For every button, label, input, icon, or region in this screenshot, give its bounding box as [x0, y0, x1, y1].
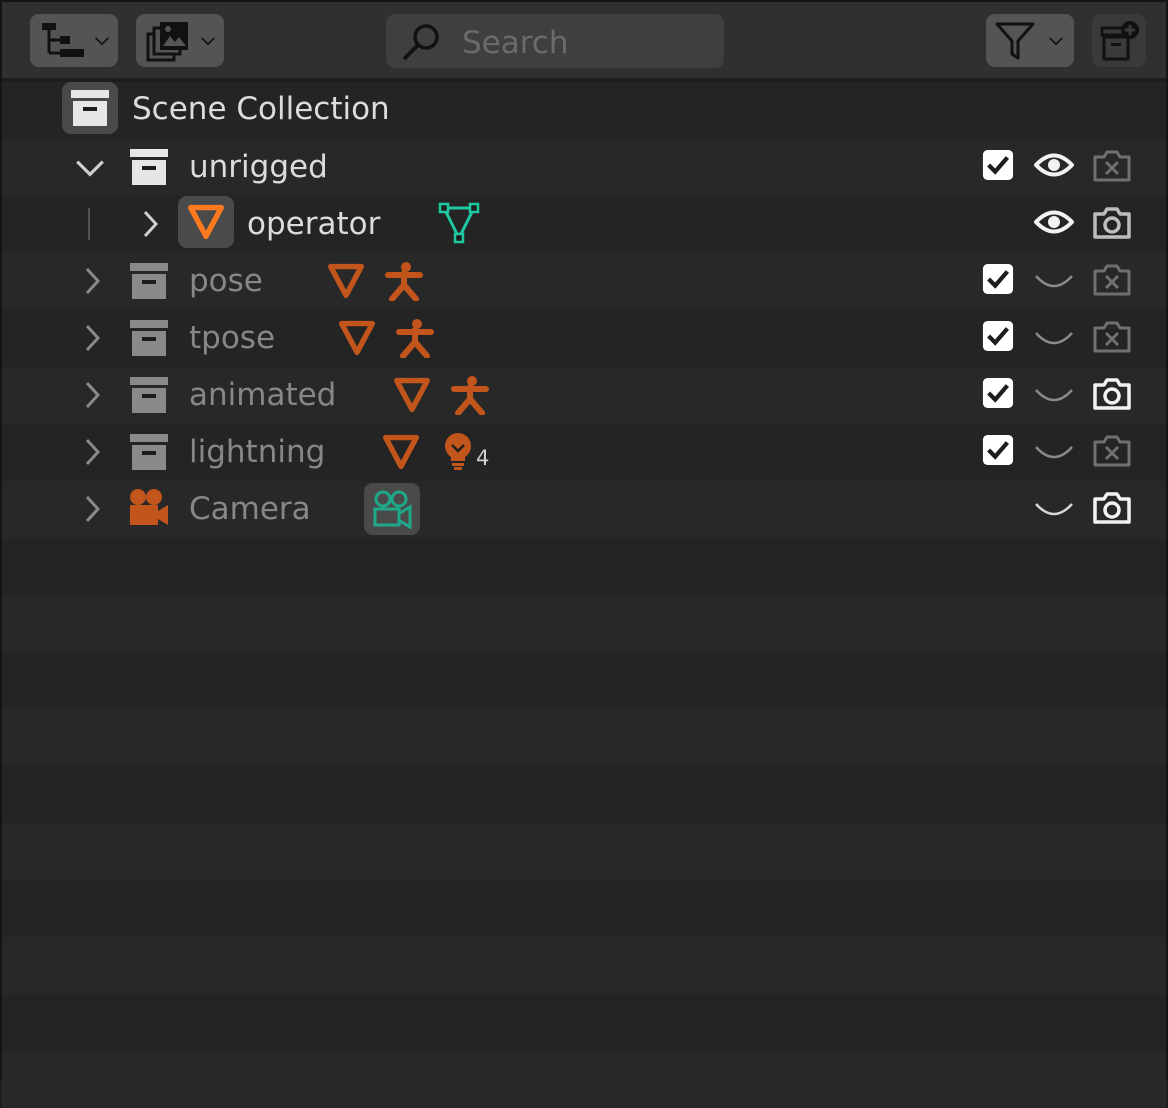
tree-row-unrigged[interactable]: unrigged	[2, 139, 1166, 196]
exclude-checkbox[interactable]	[982, 320, 1014, 352]
render-disabled-icon[interactable]	[1092, 149, 1132, 183]
eye-closed-icon[interactable]	[1034, 380, 1074, 410]
render-disabled-icon[interactable]	[1092, 434, 1132, 468]
tree-row-lightning[interactable]: lightning 4	[2, 424, 1166, 481]
armature-icon[interactable]	[395, 318, 435, 358]
scene-collection-row[interactable]: Scene Collection	[2, 82, 1166, 139]
camera-render-icon[interactable]	[1092, 491, 1132, 525]
chevron-right-icon[interactable]	[82, 494, 102, 524]
display-mode-dropdown[interactable]	[30, 14, 118, 67]
funnel-icon	[995, 22, 1035, 60]
chevron-right-icon[interactable]	[140, 209, 160, 239]
render-disabled-icon[interactable]	[1092, 263, 1132, 297]
empty-row	[2, 937, 1166, 994]
search-placeholder: Search	[462, 25, 569, 61]
camera-data-button[interactable]	[364, 483, 420, 535]
search-icon	[402, 24, 439, 61]
mesh-object-icon[interactable]	[339, 320, 375, 356]
empty-row	[2, 766, 1166, 823]
tree-row-label: animated	[189, 377, 337, 413]
exclude-checkbox[interactable]	[982, 377, 1014, 409]
tree-row-pose[interactable]: pose	[2, 253, 1166, 310]
filter-dropdown[interactable]	[986, 14, 1074, 67]
exclude-checkbox[interactable]	[982, 434, 1014, 466]
outliner-header: Search	[2, 2, 1166, 78]
image-stack-icon	[146, 22, 188, 62]
chevron-down-icon	[200, 34, 216, 48]
exclude-checkbox[interactable]	[982, 149, 1014, 181]
empty-row	[2, 823, 1166, 880]
tree-row-label: operator	[247, 206, 381, 242]
light-count-badge: 4	[476, 446, 490, 470]
empty-row	[2, 538, 1166, 595]
chevron-right-icon[interactable]	[82, 380, 102, 410]
collection-box-icon	[129, 147, 169, 187]
camera-render-icon[interactable]	[1092, 206, 1132, 240]
collection-box-icon	[70, 88, 110, 128]
eye-closed-icon[interactable]	[1034, 494, 1074, 524]
tree-row-label: tpose	[189, 320, 276, 356]
eye-closed-icon[interactable]	[1034, 323, 1074, 353]
light-bulb-icon[interactable]	[440, 431, 476, 471]
collection-box-icon	[129, 375, 169, 415]
scene-collection-icon-bg	[62, 82, 118, 134]
collection-box-icon	[129, 318, 169, 358]
new-collection-icon	[1100, 21, 1139, 61]
chevron-down-icon	[1048, 34, 1064, 48]
scene-collection-label: Scene Collection	[132, 91, 390, 127]
tree-indent-line	[88, 208, 90, 240]
collection-box-icon	[129, 432, 169, 472]
empty-row	[2, 595, 1166, 652]
tree-row-label: pose	[189, 263, 263, 299]
chevron-right-icon[interactable]	[82, 323, 102, 353]
outliner-panel: Search Scene Collection unrigged operato…	[0, 0, 1168, 1108]
eye-closed-icon[interactable]	[1034, 266, 1074, 296]
empty-row	[2, 652, 1166, 709]
camera-object-icon	[130, 489, 168, 525]
new-collection-button[interactable]	[1092, 14, 1146, 67]
chevron-right-icon[interactable]	[82, 437, 102, 467]
armature-icon[interactable]	[450, 375, 490, 415]
tree-row-label: unrigged	[189, 149, 328, 185]
camera-render-icon[interactable]	[1092, 377, 1132, 411]
camera-data-icon	[373, 490, 412, 529]
outliner-tree-icon	[42, 23, 84, 57]
exclude-checkbox[interactable]	[982, 263, 1014, 295]
filter-mode-dropdown[interactable]	[136, 14, 224, 67]
empty-row	[2, 709, 1166, 766]
tree-row-operator[interactable]: operator	[2, 196, 1166, 253]
search-input[interactable]: Search	[386, 14, 724, 68]
chevron-right-icon[interactable]	[82, 266, 102, 296]
empty-row	[2, 880, 1166, 937]
eye-icon[interactable]	[1034, 207, 1074, 237]
render-disabled-icon[interactable]	[1092, 320, 1132, 354]
mesh-object-icon[interactable]	[328, 263, 364, 299]
chevron-down-icon[interactable]	[74, 157, 106, 179]
mesh-object-icon[interactable]	[394, 377, 430, 413]
tree-row-label: lightning	[189, 434, 326, 470]
armature-icon[interactable]	[384, 261, 424, 301]
chevron-down-icon	[94, 34, 110, 48]
mesh-data-icon[interactable]	[438, 202, 480, 244]
eye-icon[interactable]	[1034, 150, 1074, 180]
tree-row-camera[interactable]: Camera	[2, 481, 1166, 538]
tree-row-tpose[interactable]: tpose	[2, 310, 1166, 367]
eye-closed-icon[interactable]	[1034, 437, 1074, 467]
mesh-object-icon[interactable]	[383, 434, 419, 470]
collection-box-icon	[129, 261, 169, 301]
tree-row-label: Camera	[189, 491, 311, 527]
tree-row-animated[interactable]: animated	[2, 367, 1166, 424]
mesh-object-icon	[188, 204, 224, 240]
empty-row	[2, 994, 1166, 1051]
active-object-highlight	[178, 196, 234, 248]
